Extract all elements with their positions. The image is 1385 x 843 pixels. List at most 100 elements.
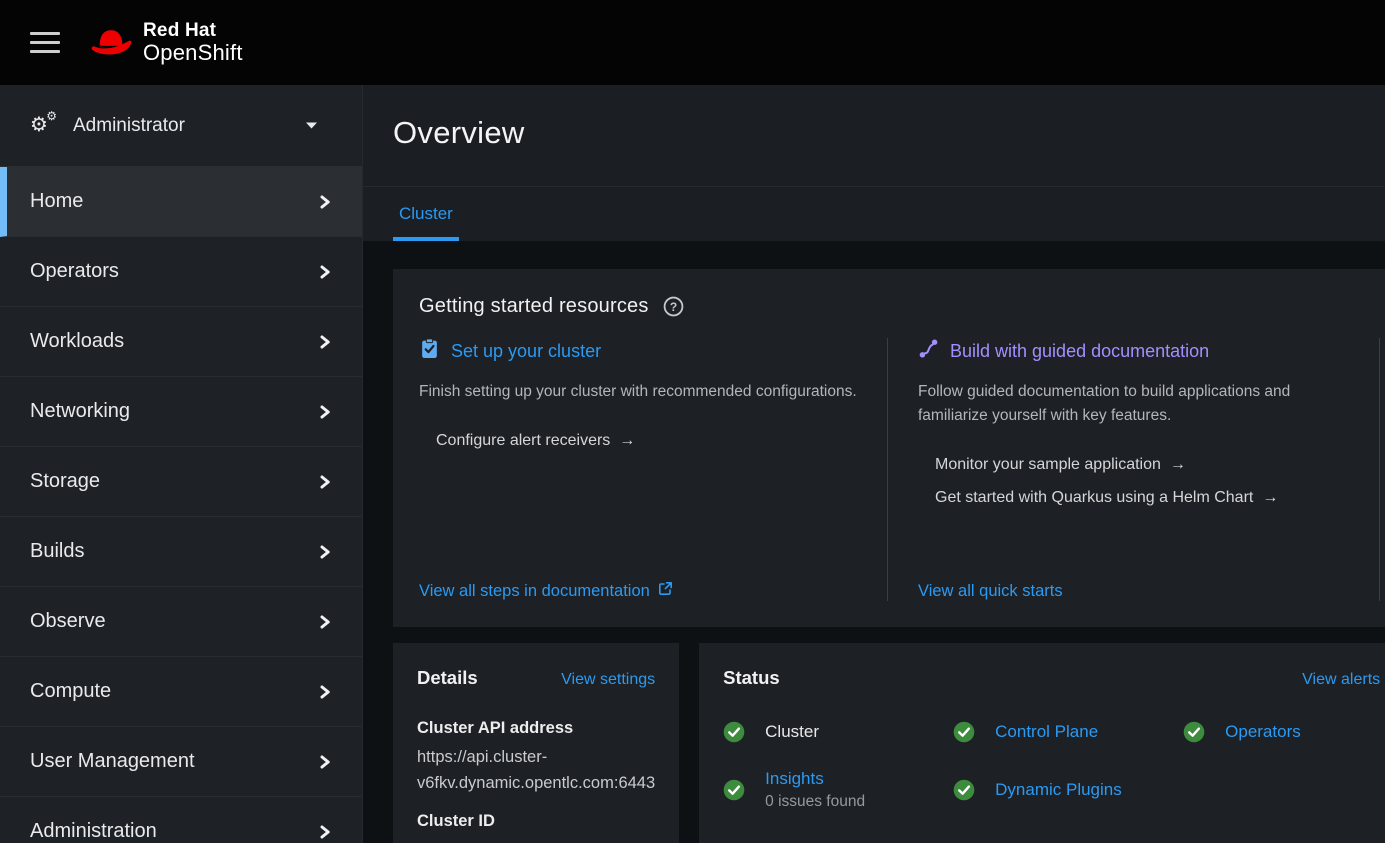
status-text: Insights 0 issues found [765, 769, 865, 811]
status-subtext: 0 issues found [765, 793, 865, 811]
brand-line2: OpenShift [143, 41, 243, 64]
sidebar-item-administration[interactable]: Administration [0, 797, 362, 843]
status-label[interactable]: Operators [1225, 722, 1301, 741]
chevron-right-icon [318, 335, 332, 349]
footer-link-label: View all quick starts [918, 582, 1063, 601]
redhat-openshift-logo[interactable]: Red Hat OpenShift [88, 21, 243, 64]
getting-started-card: Getting started resources ? Set up your … [393, 269, 1385, 627]
question-circle-icon[interactable]: ? [663, 296, 684, 317]
openshift-console: Red Hat OpenShift ⚙⚙ Administrator Home O… [0, 0, 1385, 843]
tab-cluster[interactable]: Cluster [393, 187, 459, 241]
check-circle-icon [723, 779, 745, 801]
check-circle-icon [953, 779, 975, 801]
field-value: https://api.cluster-v6fkv.dynamic.opentl… [417, 745, 655, 796]
sidebar-nav-list: Home Operators Workloads Networking StorageB… [0, 167, 362, 843]
caret-down-icon [305, 121, 318, 130]
sidebar-item-builds[interactable]: Builds [0, 517, 362, 587]
sidebar-item-storage[interactable]: Storage [0, 447, 362, 517]
quick-link-monitor-your-sample-application[interactable]: Monitor your sample application → [935, 456, 1186, 474]
column-title: Build with guided documentation [950, 341, 1209, 362]
sidebar-nav: ⚙⚙ Administrator Home Operators Workloads N… [0, 85, 362, 843]
chevron-right-icon [318, 825, 332, 839]
chevron-right-icon [318, 475, 332, 489]
details-fields: Cluster API address https://api.cluster-v… [417, 719, 655, 831]
brand-line1: Red Hat [143, 21, 243, 41]
footer-link-label: View all steps in documentation [419, 582, 650, 601]
view-alerts-link[interactable]: View alerts [1302, 671, 1380, 689]
status-text: Cluster [765, 722, 819, 742]
sidebar-item-workloads[interactable]: Workloads [0, 307, 362, 377]
chevron-right-icon [318, 265, 332, 279]
column-links: Monitor your sample application → Get star… [918, 456, 1349, 507]
redhat-fedora-icon [88, 27, 134, 64]
getting-started-column-clipped [1379, 338, 1385, 601]
status-item-insights: Insights 0 issues found [723, 769, 953, 811]
check-circle-icon [953, 721, 975, 743]
overview-cards-row: Details View settings Cluster API addres… [393, 643, 1355, 843]
column-footer: View all quick starts [918, 582, 1349, 601]
getting-started-column-build-guided-documentation: Build with guided documentation Follow gu… [887, 338, 1379, 601]
sidebar-item-label: Compute [30, 680, 111, 703]
sidebar-item-label: Observe [30, 610, 106, 633]
status-label[interactable]: Dynamic Plugins [995, 780, 1122, 799]
sidebar-item-label: Operators [30, 260, 119, 283]
perspective-switcher[interactable]: ⚙⚙ Administrator [0, 85, 362, 167]
view-settings-link[interactable]: View settings [561, 671, 655, 689]
svg-text:?: ? [669, 300, 676, 314]
status-text: Dynamic Plugins [995, 780, 1122, 800]
tasks-icon [419, 338, 440, 364]
sidebar-item-label: User Management [30, 750, 195, 773]
quick-link-label: Monitor your sample application [935, 456, 1161, 474]
view-all-quick-starts-link[interactable]: View all quick starts [918, 582, 1063, 601]
status-label[interactable]: Control Plane [995, 722, 1098, 741]
column-header: Build with guided documentation [918, 338, 1349, 364]
status-item-cluster: Cluster [723, 721, 953, 743]
status-text: Control Plane [995, 722, 1098, 742]
check-circle-icon [723, 721, 745, 743]
main-content: Overview Cluster Getting started resourc… [362, 85, 1385, 843]
sidebar-item-operators[interactable]: Operators [0, 237, 362, 307]
masthead: Red Hat OpenShift [0, 0, 1385, 85]
chevron-right-icon [318, 685, 332, 699]
tab-label: Cluster [399, 204, 453, 224]
check-circle-icon [1183, 721, 1205, 743]
chevron-right-icon [318, 755, 332, 769]
cogs-icon: ⚙⚙ [30, 113, 58, 139]
sidebar-item-networking[interactable]: Networking [0, 377, 362, 447]
status-label: Cluster [765, 722, 819, 741]
arrow-right-icon: → [619, 432, 635, 450]
status-text: Operators [1225, 722, 1301, 742]
quick-link-configure-alert-receivers[interactable]: Configure alert receivers→ [436, 432, 635, 450]
status-label[interactable]: Insights [765, 769, 824, 788]
column-footer: View all steps in documentation [419, 581, 857, 601]
chevron-right-icon [318, 615, 332, 629]
page-header: Overview [363, 85, 1385, 186]
column-links: Configure alert receivers→ [419, 432, 857, 450]
sidebar-item-user-management[interactable]: User Management [0, 727, 362, 797]
column-description: Finish setting up your cluster with reco… [419, 380, 857, 404]
field-label: Cluster API address [417, 719, 655, 738]
status-grid: Cluster Control Plane Operators Insights 0 i… [723, 721, 1380, 811]
getting-started-title: Getting started resources [419, 295, 649, 318]
sidebar-item-label: Workloads [30, 330, 124, 353]
nav-toggle-hamburger-icon[interactable] [30, 32, 60, 53]
column-description: Follow guided documentation to build app… [918, 380, 1349, 428]
field-label: Cluster ID [417, 812, 655, 831]
quick-link-get-started-with-quarkus-using-a-helm-chart[interactable]: Get started with Quarkus using a Helm Ch… [935, 489, 1278, 507]
status-item-dynamic-plugins: Dynamic Plugins [953, 769, 1183, 811]
sidebar-item-observe[interactable]: Observe [0, 587, 362, 657]
status-card: Status View alerts ClusterControl PlaneO… [699, 643, 1385, 843]
sidebar-item-label: Home [30, 190, 83, 213]
sidebar-item-home[interactable]: Home [0, 167, 362, 237]
sidebar-item-label: Networking [30, 400, 130, 423]
external-link-icon [658, 581, 673, 601]
tab-bar: Cluster [363, 186, 1385, 241]
sidebar-item-label: Administration [30, 820, 157, 843]
page-title: Overview [393, 115, 1355, 151]
perspective-label: Administrator [73, 115, 185, 137]
sidebar-item-compute[interactable]: Compute [0, 657, 362, 727]
column-title: Set up your cluster [451, 341, 601, 362]
arrow-right-icon: → [1170, 456, 1186, 474]
getting-started-header: Getting started resources ? [419, 295, 1385, 318]
view-all-steps-in-documentation-link[interactable]: View all steps in documentation [419, 581, 673, 601]
